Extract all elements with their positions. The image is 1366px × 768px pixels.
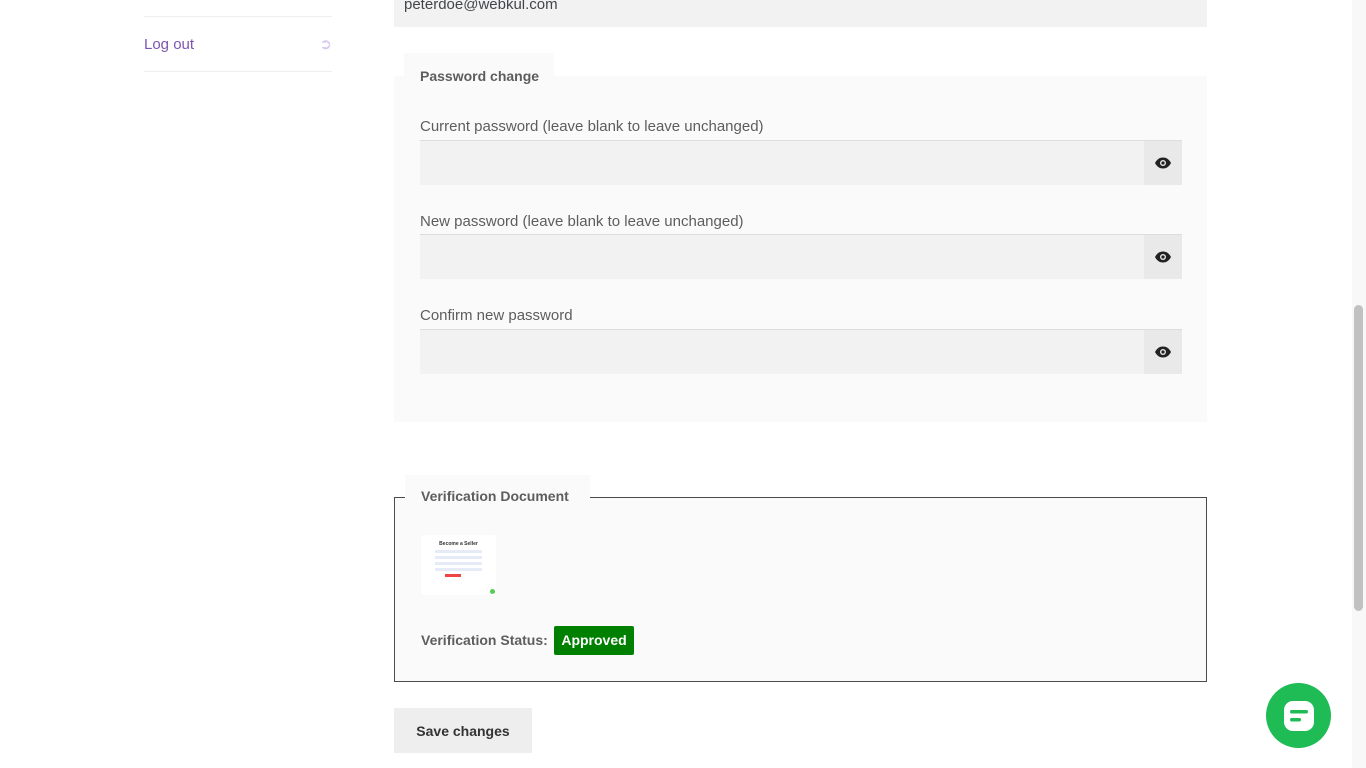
verification-document-thumbnail[interactable]: Become a Seller [421, 535, 496, 595]
eye-icon[interactable] [1144, 235, 1182, 279]
status-badge: Approved [554, 626, 634, 655]
email-field[interactable]: peterdoe@webkul.com [394, 0, 1207, 27]
chat-icon [1283, 700, 1314, 731]
current-password-field [420, 140, 1182, 187]
verification-status-label: Verification Status: [421, 632, 548, 648]
verification-legend: Verification Document [405, 475, 590, 515]
confirm-password-input[interactable] [420, 330, 1144, 376]
scrollbar-thumb[interactable] [1354, 305, 1363, 611]
chat-button[interactable] [1266, 683, 1331, 748]
save-changes-button[interactable]: Save changes [394, 708, 532, 753]
sign-out-icon: ➲ [319, 36, 332, 53]
current-password-input[interactable] [420, 141, 1144, 187]
eye-icon[interactable] [1144, 330, 1182, 374]
password-change-legend: Password change [404, 53, 554, 93]
verification-fieldset [394, 497, 1207, 682]
eye-icon[interactable] [1144, 141, 1182, 185]
logout-link[interactable]: Log out ➲ [144, 17, 332, 72]
confirm-password-label: Confirm new password [420, 307, 573, 324]
new-password-input[interactable] [420, 235, 1144, 281]
logout-label: Log out [144, 35, 195, 53]
new-password-field [420, 234, 1182, 281]
scrollbar[interactable] [1352, 0, 1366, 768]
email-value: peterdoe@webkul.com [404, 0, 558, 13]
current-password-label: Current password (leave blank to leave u… [420, 118, 764, 135]
new-password-label: New password (leave blank to leave uncha… [420, 213, 744, 230]
thumbnail-title: Become a Seller [439, 541, 478, 547]
account-sidebar: Log out ➲ [144, 16, 332, 72]
confirm-password-field [420, 329, 1182, 376]
